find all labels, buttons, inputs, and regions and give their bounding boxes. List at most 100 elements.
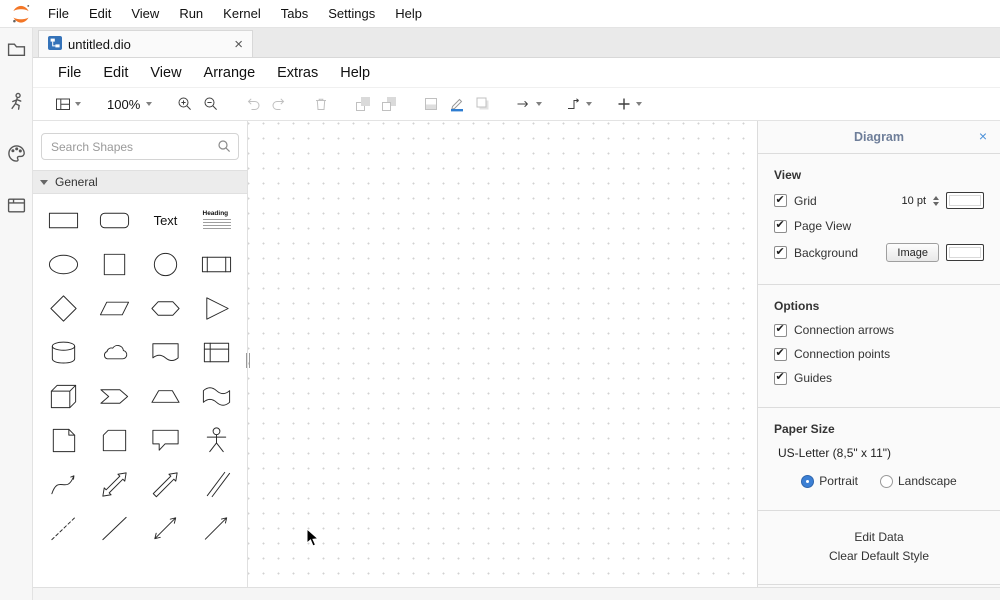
redo-button[interactable]: [266, 91, 292, 117]
connection-style-dropdown[interactable]: [512, 91, 546, 117]
shape-hexagon[interactable]: [140, 290, 191, 327]
grid-size-value[interactable]: 10 pt: [902, 195, 926, 207]
options-section: Options Connection arrowsConnection poin…: [758, 285, 1000, 408]
shape-internal-storage[interactable]: [191, 334, 242, 371]
jupyter-menu-edit[interactable]: Edit: [79, 0, 121, 27]
portrait-radio[interactable]: [801, 475, 814, 488]
connection-points-checkbox[interactable]: [774, 348, 787, 361]
format-panel-header: Diagram ×: [758, 121, 1000, 154]
drawio-menu-edit[interactable]: Edit: [92, 65, 139, 81]
jupyter-menu-settings[interactable]: Settings: [318, 0, 385, 27]
shape-diamond[interactable]: [38, 290, 89, 327]
shape-link[interactable]: [191, 466, 242, 503]
zoom-in-button[interactable]: [172, 91, 198, 117]
grid-checkbox[interactable]: [774, 194, 787, 207]
chevron-down-icon: [636, 102, 642, 106]
shape-rounded-rectangle[interactable]: [89, 202, 140, 239]
shapes-section-general[interactable]: General: [33, 170, 247, 194]
to-front-button[interactable]: [350, 91, 376, 117]
shape-actor[interactable]: [191, 422, 242, 459]
shape-text[interactable]: Text: [140, 202, 191, 239]
background-color-swatch[interactable]: [946, 244, 984, 261]
background-image-button[interactable]: Image: [886, 243, 939, 262]
palette-icon[interactable]: [7, 144, 26, 163]
landscape-radio[interactable]: [880, 475, 893, 488]
drawio-file-icon: [48, 36, 62, 53]
zoom-out-button[interactable]: [198, 91, 224, 117]
shape-line[interactable]: [89, 510, 140, 547]
shape-callout[interactable]: [140, 422, 191, 459]
shape-bidirectional-arrow[interactable]: [89, 466, 140, 503]
shape-rectangle[interactable]: [38, 202, 89, 239]
jupyter-menu: FileEditViewRunKernelTabsSettingsHelp: [38, 0, 432, 27]
shape-ellipse[interactable]: [38, 246, 89, 283]
drawio-menu-extras[interactable]: Extras: [266, 65, 329, 81]
shape-circle[interactable]: [140, 246, 191, 283]
search-shapes-input[interactable]: [41, 133, 239, 160]
shape-dashed-line[interactable]: [38, 510, 89, 547]
grid-color-swatch[interactable]: [946, 192, 984, 209]
shape-directional-connector[interactable]: [191, 510, 242, 547]
shape-card[interactable]: [89, 422, 140, 459]
fill-color-button[interactable]: [418, 91, 444, 117]
shape-arrow[interactable]: [140, 466, 191, 503]
jupyter-menu-run[interactable]: Run: [169, 0, 213, 27]
file-browser-icon[interactable]: [7, 40, 26, 59]
insert-dropdown[interactable]: [612, 91, 646, 117]
jupyter-menu-file[interactable]: File: [38, 0, 79, 27]
shape-trapezoid[interactable]: [140, 378, 191, 415]
tab-close-icon[interactable]: ×: [234, 37, 243, 52]
grid-size-stepper[interactable]: [933, 196, 939, 206]
connection-arrows-checkbox[interactable]: [774, 324, 787, 337]
drawio-menu-file[interactable]: File: [47, 65, 92, 81]
page-view-label: Page View: [794, 219, 851, 233]
jupyter-menu-view[interactable]: View: [121, 0, 169, 27]
jupyter-menu-kernel[interactable]: Kernel: [213, 0, 271, 27]
shape-step[interactable]: [89, 378, 140, 415]
shape-cloud[interactable]: [89, 334, 140, 371]
shape-heading[interactable]: Heading: [191, 202, 242, 239]
page-view-checkbox[interactable]: [774, 220, 787, 233]
zoom-level-value: 100%: [105, 97, 142, 112]
shape-palette: TextHeading: [33, 194, 247, 555]
shape-curve[interactable]: [38, 466, 89, 503]
running-sessions-icon[interactable]: [7, 92, 26, 111]
jupyter-menubar: FileEditViewRunKernelTabsSettingsHelp: [0, 0, 1000, 28]
shape-note[interactable]: [38, 422, 89, 459]
shape-bidirectional-connector[interactable]: [140, 510, 191, 547]
open-tabs-icon[interactable]: [7, 196, 26, 215]
tab-untitled-dio[interactable]: untitled.dio ×: [38, 30, 253, 57]
to-back-button[interactable]: [376, 91, 402, 117]
format-close-icon[interactable]: ×: [979, 129, 987, 143]
edit-data-action[interactable]: Edit Data: [774, 530, 984, 544]
shape-tape[interactable]: [191, 378, 242, 415]
jupyter-menu-help[interactable]: Help: [385, 0, 432, 27]
drawio-menu-help[interactable]: Help: [329, 65, 381, 81]
delete-button[interactable]: [308, 91, 334, 117]
shape-cube[interactable]: [38, 378, 89, 415]
drawio-menu-view[interactable]: View: [139, 65, 192, 81]
chevron-down-icon: [586, 102, 592, 106]
format-tab-diagram[interactable]: Diagram: [854, 130, 904, 144]
background-checkbox[interactable]: [774, 246, 787, 259]
drawio-menu-arrange[interactable]: Arrange: [193, 65, 267, 81]
shape-square[interactable]: [89, 246, 140, 283]
shape-cylinder[interactable]: [38, 334, 89, 371]
sidebar-collapse-handle[interactable]: [244, 353, 251, 368]
clear-default-style-action[interactable]: Clear Default Style: [774, 549, 984, 563]
shape-process[interactable]: [191, 246, 242, 283]
guides-checkbox[interactable]: [774, 372, 787, 385]
undo-button[interactable]: [240, 91, 266, 117]
shape-parallelogram[interactable]: [89, 290, 140, 327]
tab-title: untitled.dio: [68, 37, 131, 52]
paper-size-select[interactable]: US-Letter (8,5" x 11"): [778, 446, 984, 460]
jupyter-menu-tabs[interactable]: Tabs: [271, 0, 318, 27]
view-panels-button[interactable]: [51, 91, 85, 117]
diagram-canvas[interactable]: [248, 121, 757, 587]
shape-triangle[interactable]: [191, 290, 242, 327]
shape-document[interactable]: [140, 334, 191, 371]
waypoint-style-dropdown[interactable]: [562, 91, 596, 117]
line-color-button[interactable]: [444, 91, 470, 117]
shadow-button[interactable]: [470, 91, 496, 117]
zoom-level-dropdown[interactable]: 100%: [101, 91, 156, 117]
